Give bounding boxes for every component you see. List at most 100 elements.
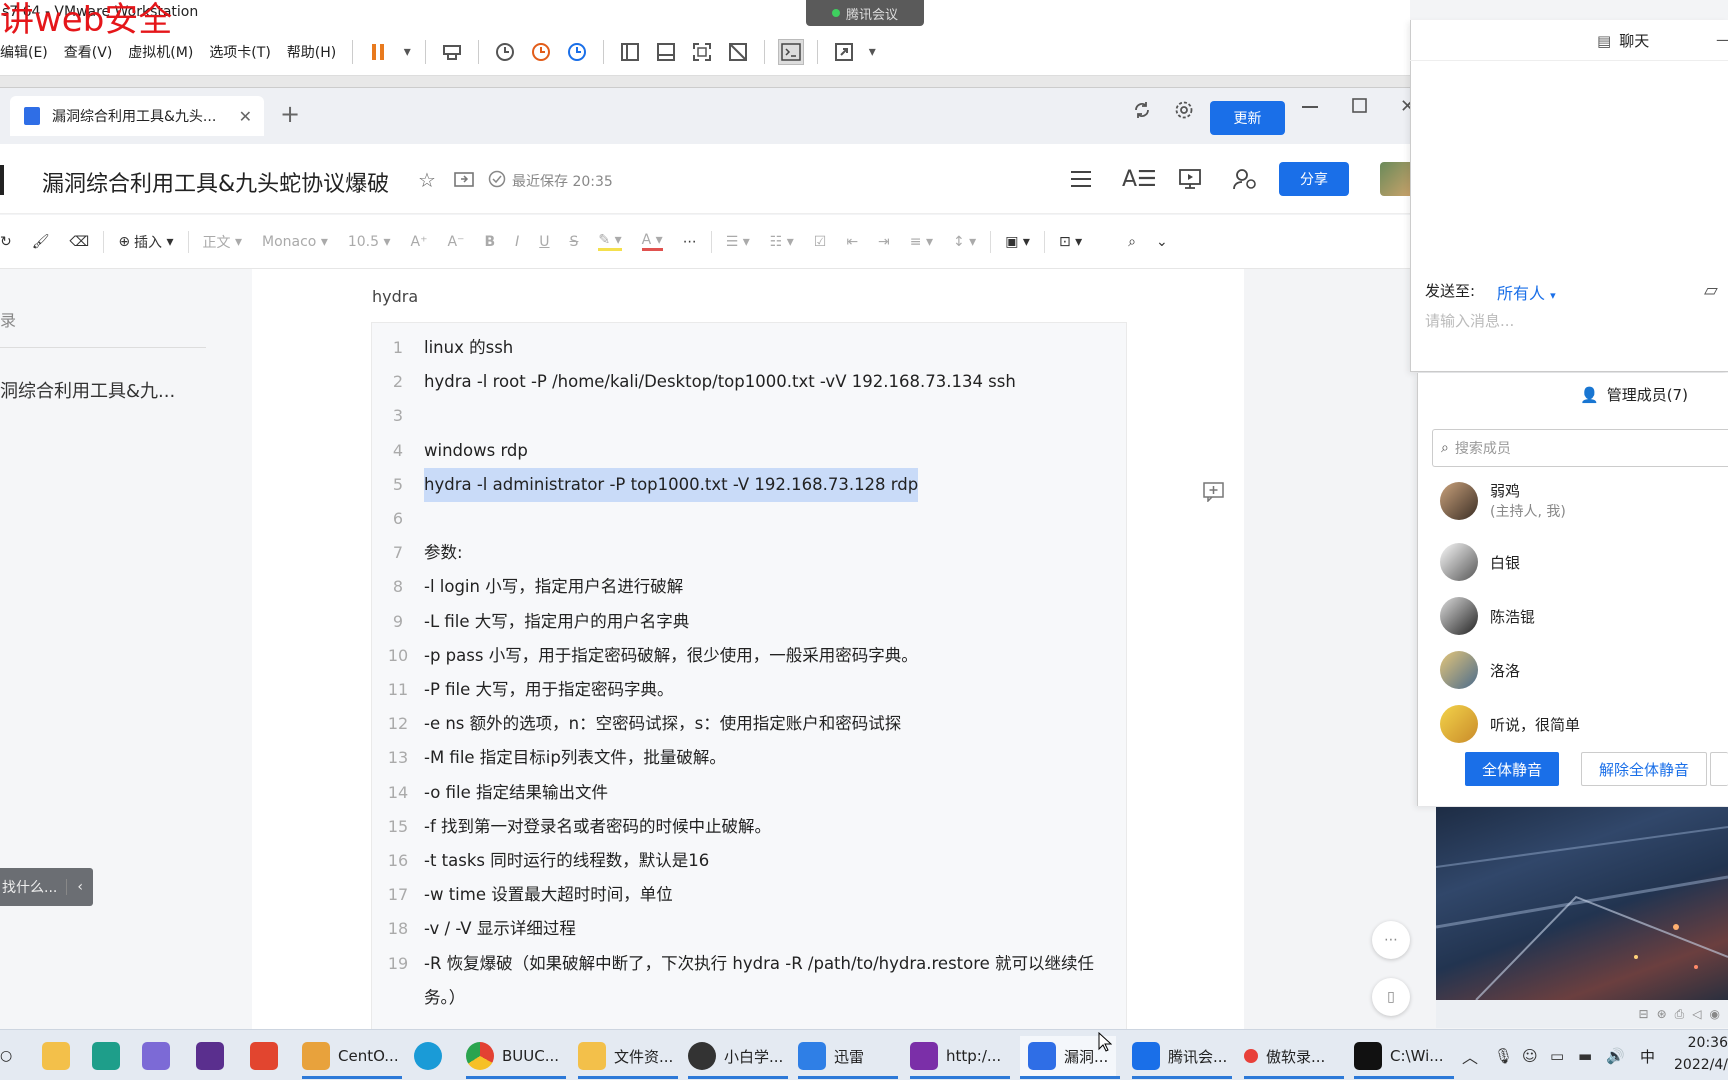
taskbar-vmware[interactable]: CentO...	[302, 1036, 399, 1076]
code-editor-pin[interactable]	[196, 1036, 232, 1076]
font-select[interactable]: Monaco ▾	[262, 234, 328, 250]
align-icon[interactable]: ≡ ▾	[910, 234, 933, 250]
member-row[interactable]: 听说，很简单	[1440, 705, 1580, 743]
sync-icon[interactable]	[1132, 100, 1152, 120]
more-options-icon[interactable]: ⋯	[1372, 921, 1410, 959]
size-select[interactable]: 10.5 ▾	[348, 234, 391, 250]
unmute-all-button[interactable]: 解除全体静音	[1581, 752, 1707, 786]
file-icon[interactable]: ▱	[1704, 280, 1718, 301]
start-icon[interactable]: ○	[0, 1036, 12, 1076]
battery-icon[interactable]: ▬	[1578, 1036, 1592, 1076]
dropdown-icon[interactable]: ▾	[402, 39, 412, 65]
insert-button[interactable]: ⊕ 插入 ▾	[118, 232, 173, 252]
doc-title[interactable]: 漏洞综合利用工具&九头蛇协议爆破	[42, 166, 389, 198]
chat-input[interactable]: 请输入消息...	[1425, 310, 1514, 331]
qq-icon[interactable]: ☺	[1522, 1036, 1538, 1076]
member-row[interactable]: 白银	[1440, 543, 1520, 581]
search-icon[interactable]: ⌕	[1128, 234, 1136, 250]
indent-icon[interactable]: ⇥	[878, 234, 890, 250]
edge-pin[interactable]	[414, 1036, 450, 1076]
more-icon[interactable]: ⋯	[683, 234, 697, 250]
block-icon[interactable]: ▣ ▾	[1005, 234, 1030, 250]
taskbar-onenote[interactable]: http:/...	[910, 1036, 1001, 1076]
taskbar-app[interactable]: 小白学...	[688, 1036, 783, 1076]
office-pin[interactable]	[250, 1036, 286, 1076]
font-shrink-icon[interactable]: A⁻	[447, 234, 464, 250]
outline-item[interactable]: 洞综合利用工具&九...	[0, 377, 175, 403]
font-color-icon[interactable]: A ▾	[641, 232, 663, 251]
plugin-icon[interactable]: ⊡ ▾	[1059, 234, 1082, 250]
line-spacing-icon[interactable]: ↕ ▾	[953, 234, 976, 250]
dropdown-icon[interactable]: ▾	[867, 39, 877, 65]
file-explorer-pin[interactable]	[42, 1036, 78, 1076]
taskbar-recorder[interactable]: 傲软录...	[1244, 1036, 1325, 1076]
member-row[interactable]: 弱鸡 (主持人, 我)	[1440, 480, 1566, 521]
doc-tab[interactable]: 漏洞综合利用工具&九头... ✕	[10, 96, 264, 136]
mobile-view-icon[interactable]: ▯	[1372, 978, 1410, 1016]
member-row[interactable]: 陈浩锟	[1440, 597, 1535, 635]
collaborator-icon[interactable]	[1232, 168, 1258, 194]
clear-format-icon[interactable]: ⌫	[70, 234, 90, 250]
move-folder-icon[interactable]	[454, 170, 474, 192]
snapshot-manager-icon[interactable]	[564, 39, 590, 65]
star-icon[interactable]: ☆	[418, 168, 436, 192]
console-icon[interactable]	[778, 38, 805, 65]
member-search-input[interactable]: ⌕ 搜索成员	[1432, 429, 1728, 467]
snapshot-icon[interactable]	[492, 39, 518, 65]
menu-view[interactable]: 查看(V)	[64, 42, 113, 62]
member-row[interactable]: 洛洛	[1440, 651, 1520, 689]
new-tab-icon[interactable]: +	[280, 100, 300, 128]
volume-icon[interactable]: 🔊	[1606, 1036, 1625, 1076]
code-block[interactable]: 1 linux 的ssh 2 hydra -l root -P /home/kali/…	[371, 322, 1127, 1042]
add-comment-icon[interactable]	[1203, 482, 1225, 503]
more-button[interactable]	[1710, 752, 1728, 786]
maximize-icon[interactable]	[1352, 98, 1368, 114]
revert-snapshot-icon[interactable]	[528, 39, 554, 65]
taskbar-tencent-meeting[interactable]: 腾讯会...	[1132, 1036, 1227, 1076]
minimize-icon[interactable]	[1302, 106, 1318, 110]
ime-indicator[interactable]: 中	[1640, 1036, 1655, 1076]
chat-minimize-icon[interactable]: —	[1716, 30, 1728, 49]
sidebar-toggle-icon[interactable]	[617, 39, 643, 65]
close-icon[interactable]: ✕	[239, 107, 252, 126]
menu-tabs[interactable]: 选项卡(T)	[209, 42, 270, 62]
fullscreen-icon[interactable]	[689, 39, 715, 65]
taskbar-chrome[interactable]: BUUC...	[466, 1036, 559, 1076]
chevron-down-icon[interactable]: ⌄	[1156, 234, 1168, 250]
microphone-icon[interactable]: 🎙	[1494, 1036, 1513, 1076]
system-clock[interactable]: 20:36 2022/4/	[1664, 1032, 1728, 1076]
menu-icon[interactable]	[1070, 169, 1092, 193]
numbered-list-icon[interactable]: ☷ ▾	[770, 234, 794, 250]
font-grow-icon[interactable]: A⁺	[411, 234, 428, 250]
avatar[interactable]	[1380, 162, 1410, 196]
italic-icon[interactable]: I	[515, 234, 519, 250]
bullet-list-icon[interactable]: ☰ ▾	[726, 234, 750, 250]
app-pin[interactable]	[92, 1036, 128, 1076]
outdent-icon[interactable]: ⇤	[846, 234, 858, 250]
pause-icon[interactable]	[366, 39, 392, 65]
redo-icon[interactable]: ↻	[0, 234, 12, 250]
mute-all-button[interactable]: 全体静音	[1465, 752, 1559, 786]
taskbar-xunlei[interactable]: 迅雷	[798, 1036, 864, 1076]
collapse-icon[interactable]: ‹	[66, 879, 83, 895]
sendto-select[interactable]: 所有人 ▾	[1497, 280, 1556, 304]
present-icon[interactable]	[1178, 168, 1202, 194]
tray-expand-icon[interactable]: ︿	[1462, 1036, 1478, 1076]
display-icon[interactable]: ▭	[1550, 1036, 1564, 1076]
text-style-icon[interactable]: A☰	[1122, 167, 1157, 192]
menu-help[interactable]: 帮助(H)	[287, 42, 336, 62]
thumbnail-icon[interactable]	[653, 39, 679, 65]
update-button[interactable]: 更新	[1210, 101, 1285, 135]
ask-search-box[interactable]: 找什么... ‹	[0, 868, 93, 906]
underline-icon[interactable]: U	[539, 234, 549, 250]
stretch-icon[interactable]	[831, 39, 857, 65]
share-button[interactable]: 分享	[1279, 162, 1349, 196]
meeting-badge[interactable]: 腾讯会议	[806, 0, 924, 26]
highlight-icon[interactable]: ✎ ▾	[598, 232, 622, 251]
app-pin[interactable]	[142, 1036, 178, 1076]
strikethrough-icon[interactable]: S	[570, 234, 579, 250]
bold-icon[interactable]: B	[484, 234, 495, 250]
unity-icon[interactable]	[725, 39, 751, 65]
menu-edit[interactable]: 编辑(E)	[0, 42, 48, 62]
settings-icon[interactable]	[1174, 100, 1194, 120]
